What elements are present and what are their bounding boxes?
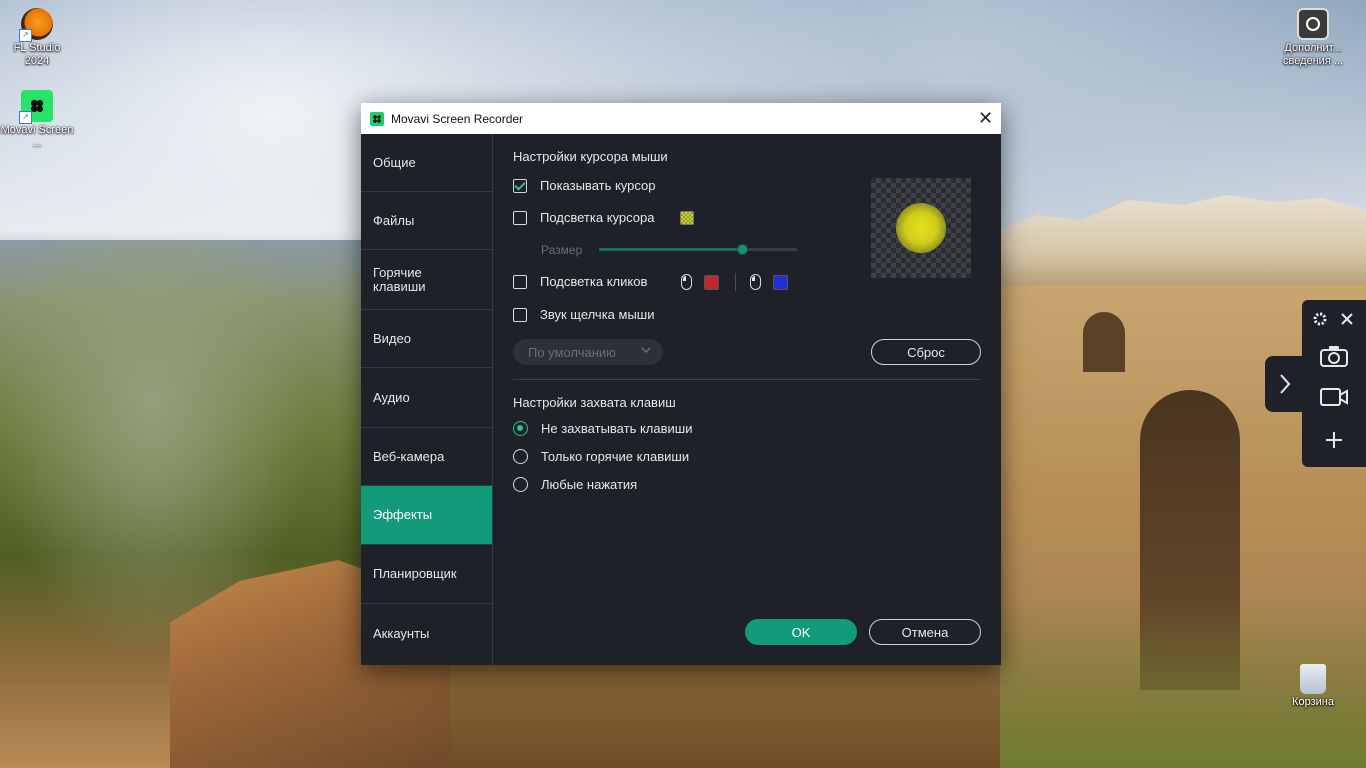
video-camera-icon[interactable] xyxy=(1318,383,1350,411)
left-click-mouse-icon xyxy=(681,274,692,290)
key-capture-option-label: Только горячие клавиши xyxy=(541,449,690,464)
click-sound-label: Звук щелчка мыши xyxy=(540,307,655,322)
show-cursor-label: Показывать курсор xyxy=(540,178,656,193)
show-cursor-option[interactable]: Показывать курсор xyxy=(513,178,656,193)
desktop-icon-label: Дополнит... сведения ... xyxy=(1282,42,1344,67)
desktop-icon-label: Movavi Screen ... xyxy=(0,124,74,149)
settings-dialog: Movavi Screen Recorder ✕ Общие Файлы Гор… xyxy=(361,103,1001,665)
sidebar-item-scheduler[interactable]: Планировщик xyxy=(361,545,492,604)
movavi-icon: ↗ xyxy=(19,90,53,124)
toolbar-expand-tab[interactable] xyxy=(1265,356,1305,412)
cursor-settings-title: Настройки курсора мыши xyxy=(513,149,668,164)
close-button[interactable]: ✕ xyxy=(970,103,1001,134)
key-capture-title: Настройки захвата клавиш xyxy=(513,395,676,410)
sidebar-item-label: Аккаунты xyxy=(373,626,430,641)
reset-button[interactable]: Сброс xyxy=(871,339,981,365)
right-click-mouse-icon xyxy=(750,274,761,290)
cursor-highlight-checkbox[interactable] xyxy=(513,210,527,225)
key-capture-option-none[interactable]: Не захватывать клавиши xyxy=(513,421,692,436)
chevron-right-icon xyxy=(1280,374,1291,394)
desktop-icon-info[interactable]: Дополнит... сведения ... xyxy=(1276,8,1350,68)
size-slider[interactable] xyxy=(599,244,797,255)
key-capture-option-hotkeys[interactable]: Только горячие клавиши xyxy=(513,449,689,464)
ok-button[interactable]: OK xyxy=(745,619,857,645)
left-click-color-swatch[interactable] xyxy=(704,274,719,290)
reset-button-label: Сброс xyxy=(907,344,945,360)
section-divider xyxy=(513,379,981,380)
cancel-button-label: Отмена xyxy=(901,624,949,640)
desktop-icon-movavi[interactable]: ↗ Movavi Screen ... xyxy=(0,90,74,150)
key-capture-radio-hotkeys[interactable] xyxy=(513,449,528,464)
cursor-highlight-label: Подсветка курсора xyxy=(540,210,655,225)
effects-panel: Настройки курсора мыши Показывать курсор… xyxy=(493,134,1001,665)
right-click-color-swatch[interactable] xyxy=(773,274,788,290)
title-bar: Movavi Screen Recorder ✕ xyxy=(361,103,1001,134)
color-divider xyxy=(735,273,736,291)
sidebar-item-files[interactable]: Файлы xyxy=(361,192,492,250)
key-capture-option-label: Любые нажатия xyxy=(541,477,638,492)
sidebar-item-accounts[interactable]: Аккаунты xyxy=(361,604,492,664)
desktop-icon-fl-studio[interactable]: ↗ FL Studio 2024 xyxy=(0,8,74,68)
show-cursor-checkbox[interactable] xyxy=(513,178,527,193)
sidebar-item-label: Аудио xyxy=(373,389,410,405)
sidebar-item-label: Общие xyxy=(373,154,416,170)
size-slider-handle[interactable] xyxy=(736,244,748,255)
screenshot-camera-icon[interactable] xyxy=(1318,342,1350,370)
settings-sidebar: Общие Файлы Горячие клавиши Видео Аудио … xyxy=(361,134,493,665)
click-highlight-option[interactable]: Подсветка кликов xyxy=(513,274,647,289)
key-capture-radio-none[interactable] xyxy=(513,421,528,436)
sidebar-item-label: Веб-камера xyxy=(373,448,445,464)
close-icon[interactable] xyxy=(1338,310,1356,328)
click-sound-checkbox[interactable] xyxy=(513,307,527,322)
highlight-color-swatch[interactable] xyxy=(680,210,695,225)
shortcut-arrow-icon: ↗ xyxy=(19,111,32,124)
desktop-icon-recycle-bin[interactable]: Корзина xyxy=(1276,664,1350,709)
add-icon[interactable] xyxy=(1322,428,1346,452)
sidebar-item-label: Планировщик xyxy=(373,566,457,581)
sidebar-item-label: Эффекты xyxy=(373,507,433,522)
click-highlight-label: Подсветка кликов xyxy=(540,274,648,289)
sidebar-item-label: Файлы xyxy=(373,212,415,228)
key-capture-option-label: Не захватывать клавиши xyxy=(541,421,693,436)
cursor-highlight-option[interactable]: Подсветка курсора xyxy=(513,210,695,225)
sidebar-item-hotkeys[interactable]: Горячие клавиши xyxy=(361,250,492,310)
sidebar-item-effects[interactable]: Эффекты xyxy=(361,486,492,545)
wallpaper-arch-small xyxy=(1083,312,1125,372)
movavi-app-icon xyxy=(370,111,384,126)
sidebar-item-video[interactable]: Видео xyxy=(361,310,492,368)
click-sound-dropdown[interactable]: По умолчанию xyxy=(513,339,663,365)
recycle-bin-icon xyxy=(1300,664,1326,694)
click-sound-option[interactable]: Звук щелчка мыши xyxy=(513,307,654,322)
sidebar-item-label: Видео xyxy=(373,330,411,346)
size-label: Размер xyxy=(541,243,583,257)
wallpaper-town xyxy=(1000,195,1366,290)
sidebar-item-general[interactable]: Общие xyxy=(361,134,492,192)
sidebar-item-webcam[interactable]: Веб-камера xyxy=(361,428,492,486)
capture-toolbar xyxy=(1302,300,1366,467)
size-slider-fill xyxy=(599,248,742,251)
cancel-button[interactable]: Отмена xyxy=(869,619,981,645)
click-highlight-checkbox[interactable] xyxy=(513,274,527,289)
shortcut-arrow-icon: ↗ xyxy=(19,29,32,42)
click-sound-dropdown-value: По умолчанию xyxy=(528,344,616,360)
desktop-icon-label: Корзина xyxy=(1292,696,1334,708)
click-color-controls xyxy=(681,273,788,291)
sidebar-item-label: Горячие клавиши xyxy=(373,264,426,294)
window-title: Movavi Screen Recorder xyxy=(391,111,524,126)
info-icon xyxy=(1297,8,1329,40)
desktop-icon-label: FL Studio 2024 xyxy=(13,42,61,67)
key-capture-option-any[interactable]: Любые нажатия xyxy=(513,477,637,492)
key-capture-radio-any[interactable] xyxy=(513,477,528,492)
chevron-down-icon xyxy=(641,345,651,358)
sidebar-item-audio[interactable]: Аудио xyxy=(361,368,492,428)
cursor-highlight-preview xyxy=(896,203,946,253)
cursor-preview xyxy=(871,178,971,278)
fl-studio-icon: ↗ xyxy=(19,8,53,42)
ok-button-label: OK xyxy=(791,624,811,640)
close-icon: ✕ xyxy=(977,108,994,128)
gear-icon[interactable] xyxy=(1311,310,1329,328)
